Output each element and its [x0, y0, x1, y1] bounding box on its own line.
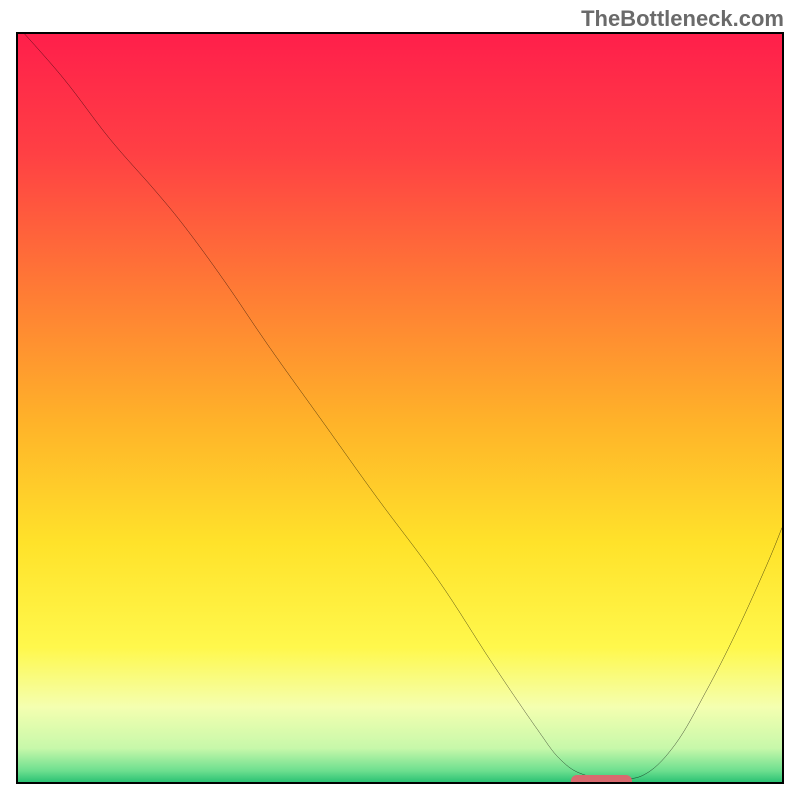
- plot-area: [16, 32, 784, 784]
- chart-container: TheBottleneck.com: [0, 0, 800, 800]
- minimum-marker: [571, 775, 632, 784]
- bottleneck-curve: [18, 34, 782, 782]
- watermark-text: TheBottleneck.com: [581, 6, 784, 32]
